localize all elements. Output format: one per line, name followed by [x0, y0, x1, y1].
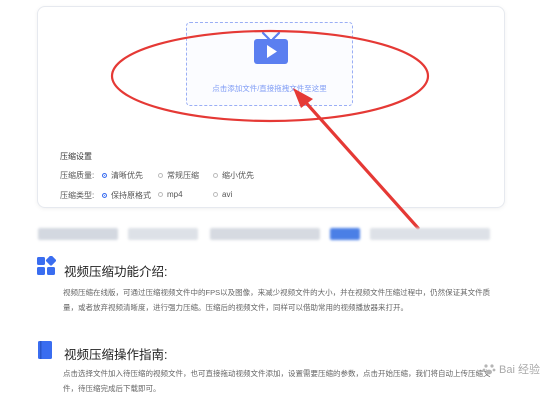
radio-checked-icon [102, 193, 107, 198]
section-text-intro: 视频压缩在线版，可通过压缩视频文件中的FPS以及图像，来减少视频文件的大小，并在… [63, 288, 491, 312]
type-label: 压缩类型: [60, 191, 95, 200]
grid-apps-icon [37, 256, 56, 275]
upload-hint: 点击添加文件/直接拖拽文件至这里 [212, 84, 327, 93]
tv-icon [254, 31, 288, 64]
paw-icon [482, 364, 496, 375]
radio-checked-icon [102, 173, 107, 178]
blurred-strip [38, 228, 118, 240]
type-option-1[interactable]: 保持原格式 [102, 190, 151, 201]
section-title-guide: 视频压缩操作指南: [64, 348, 168, 362]
quality-option-1[interactable]: 清晰优先 [102, 170, 143, 181]
watermark: Bai 经验 [482, 361, 540, 377]
section-text-guide: 点击选择文件加入待压缩的视频文件，也可直接拖动视频文件添加，设置需要压缩的参数，… [63, 369, 491, 393]
upload-dropzone[interactable]: 点击添加文件/直接拖拽文件至这里 [186, 22, 353, 106]
radio-icon [213, 173, 218, 178]
radio-icon [213, 192, 218, 197]
book-icon [38, 341, 52, 359]
radio-icon [158, 173, 163, 178]
blurred-button [330, 228, 360, 240]
quality-option-2[interactable]: 常规压缩 [158, 170, 199, 181]
type-option-3[interactable]: avi [213, 190, 232, 199]
radio-icon [158, 192, 163, 197]
settings-title: 压缩设置 [60, 152, 92, 161]
quality-label: 压缩质量: [60, 171, 95, 180]
blurred-strip [128, 228, 198, 240]
section-title-intro: 视频压缩功能介绍: [64, 265, 168, 279]
blurred-strip [210, 228, 320, 240]
blurred-strip [370, 228, 490, 240]
type-option-2[interactable]: mp4 [158, 190, 183, 199]
quality-option-3[interactable]: 缩小优先 [213, 170, 254, 181]
